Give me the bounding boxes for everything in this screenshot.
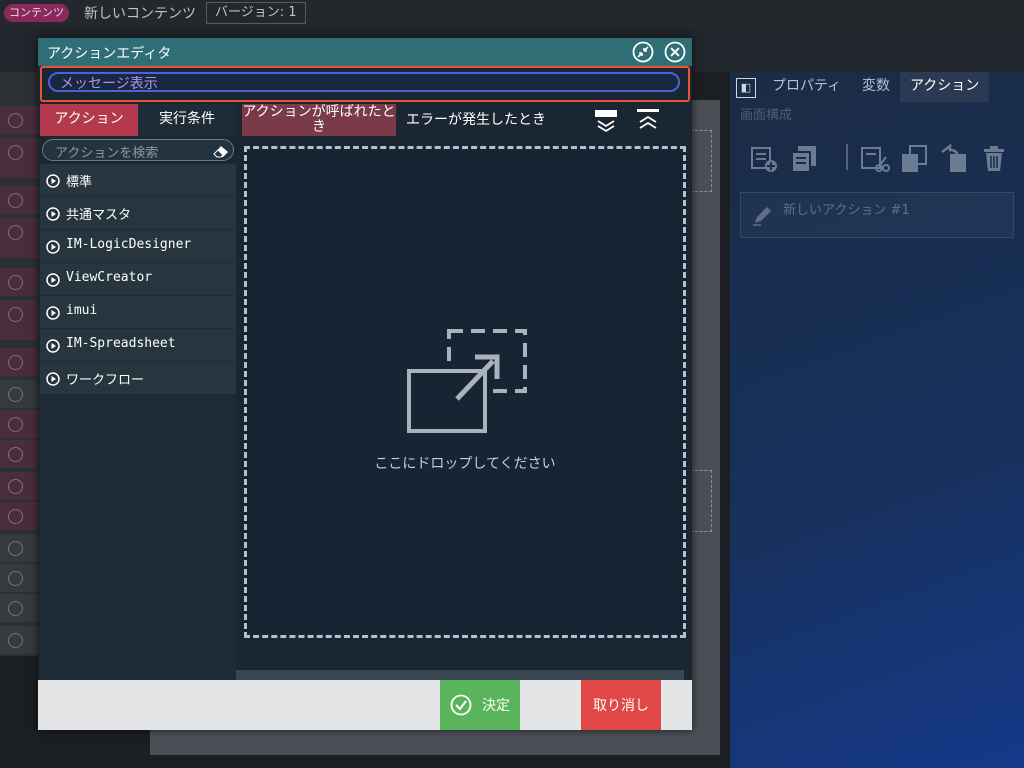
background-list-item [0,440,40,468]
right-panel-tabs: ◧ プロパティ 変数 アクション [730,72,1024,102]
play-circle-icon [46,338,60,353]
background-list-item [0,564,40,592]
play-circle-icon [46,206,60,221]
background-placeholder [690,130,712,192]
category-item[interactable]: 共通マスタ [40,197,236,229]
background-list-item [0,410,40,438]
tab-condition[interactable]: 実行条件 [138,104,236,136]
delete-action-icon[interactable] [978,142,1010,174]
category-item[interactable]: ワークフロー [40,362,236,394]
background-list-item [0,502,40,530]
background-action-list [0,72,40,656]
paste-action-icon[interactable] [898,142,930,174]
dialog-title: アクションエディタ [47,46,172,62]
top-bar: コンテンツ 新しいコンテンツ バージョン: 1 [0,0,1024,26]
category-label: IM-Spreadsheet [66,336,176,351]
undo-action-icon[interactable] [938,142,970,174]
action-name-input[interactable]: メッセージ表示 [48,72,680,92]
background-placeholder [690,470,712,532]
action-name-highlight: メッセージ表示 [40,66,690,102]
category-label: imui [66,303,98,318]
category-item[interactable]: IM-LogicDesigner [40,230,236,262]
category-item[interactable]: IM-Spreadsheet [40,329,236,361]
dialog-footer: 決定 取り消し [38,680,692,730]
eraser-icon[interactable] [213,143,229,158]
expand-all-icon[interactable] [594,108,618,134]
right-panel: ◧ プロパティ 変数 アクション 画面構成 新しいアクション #1 [730,72,1024,768]
category-label: ワークフロー [66,373,145,388]
background-list-item [0,138,40,178]
add-action-icon[interactable] [748,142,780,174]
background-list-item [0,348,40,376]
tab-on-called[interactable]: アクションが呼ばれたとき [242,104,396,136]
panel-collapse-icon[interactable]: ◧ [736,78,756,98]
action-item-label: 新しいアクション #1 [783,203,910,218]
action-editor-dialog: アクションエディタ メッセージ表示 アクション 実行条件 アクションを検索 標準… [38,38,692,730]
play-circle-icon [46,173,60,188]
background-list-item [0,268,40,296]
version-label: バージョン: 1 [206,2,306,24]
minimize-icon[interactable] [632,41,654,63]
action-search-input[interactable]: アクションを検索 [42,139,234,161]
tab-action[interactable]: アクション [40,104,138,136]
background-list-item [0,594,40,622]
close-icon[interactable] [664,41,686,63]
tab-properties[interactable]: プロパティ [762,72,851,102]
cancel-button-label: 取り消し [593,698,649,714]
background-list-item [0,218,40,258]
tab-actions[interactable]: アクション [900,72,990,102]
background-list-item [0,186,40,214]
play-circle-icon [46,239,60,254]
category-item[interactable]: 標準 [40,164,236,196]
section-label: 画面構成 [740,108,793,123]
tab-on-error[interactable]: エラーが発生したとき [396,104,586,136]
drop-instruction: ここにドロップしてください [374,456,556,472]
cut-action-icon[interactable] [858,142,890,174]
category-item[interactable]: ViewCreator [40,263,236,295]
play-circle-icon [46,272,60,287]
category-label: ViewCreator [66,270,153,285]
play-circle-icon [46,305,60,320]
search-placeholder: アクションを検索 [55,146,159,161]
category-list: 標準 共通マスタ IM-LogicDesigner ViewCreator im… [40,164,236,395]
collapse-all-icon[interactable] [636,108,660,134]
category-item[interactable]: imui [40,296,236,328]
toolbar-divider [846,144,848,170]
category-label: 共通マスタ [66,208,132,223]
category-label: 標準 [66,175,93,190]
ok-button-label: 決定 [482,698,510,714]
tab-variables[interactable]: 変数 [852,72,900,102]
background-list-item [0,626,40,654]
background-list-item [0,534,40,562]
content-badge: コンテンツ [4,4,69,22]
background-list-item [0,380,40,408]
drop-target-icon [405,329,529,437]
play-circle-icon [46,371,60,386]
category-label: IM-LogicDesigner [66,237,192,252]
horizontal-scrollbar[interactable] [236,670,684,680]
cancel-button[interactable]: 取り消し [581,680,661,730]
background-list-item [0,106,40,134]
background-list-item [0,472,40,500]
dialog-header[interactable]: アクションエディタ [38,38,692,66]
content-name[interactable]: 新しいコンテンツ [84,3,196,23]
background-list-item [0,300,40,340]
pencil-icon [751,203,775,227]
action-list-item[interactable]: 新しいアクション #1 [740,192,1014,238]
check-circle-icon [450,694,472,716]
copy-action-icon[interactable] [788,142,820,174]
ok-button[interactable]: 決定 [440,680,520,730]
drop-zone[interactable]: ここにドロップしてください [244,146,686,638]
